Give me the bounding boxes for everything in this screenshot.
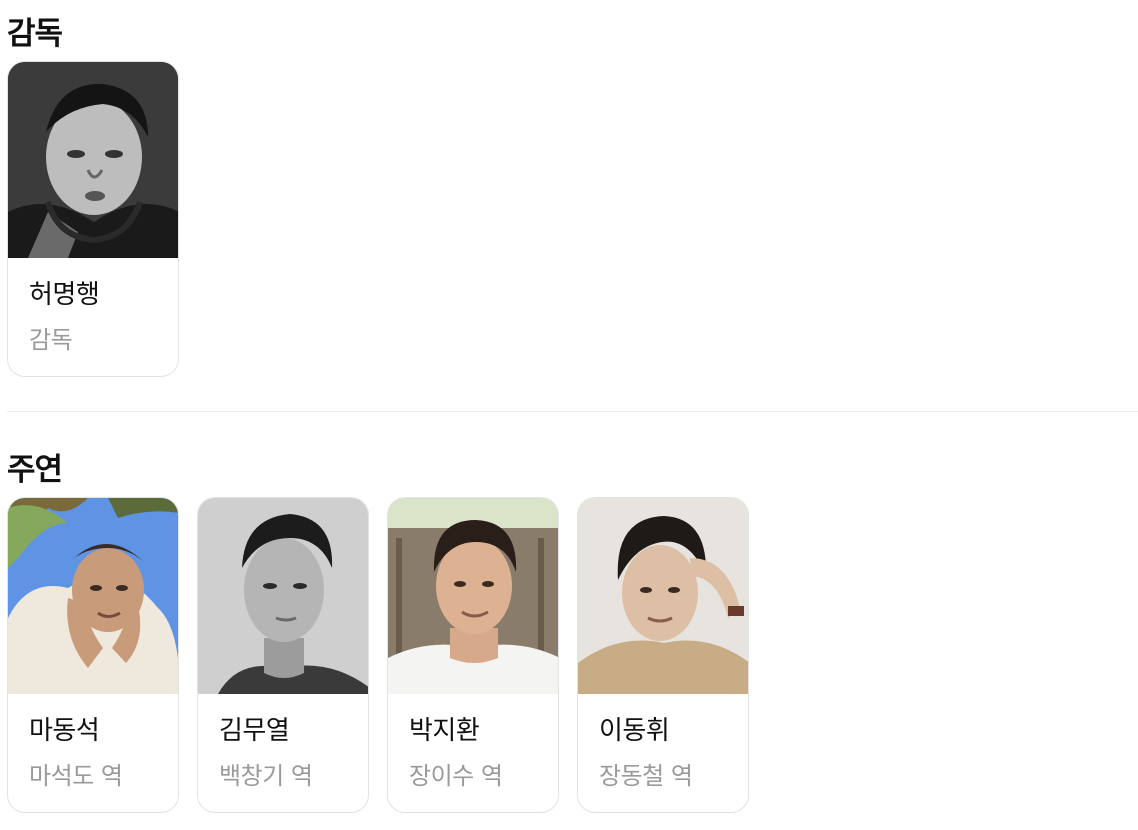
section-divider: [7, 411, 1138, 412]
card-body: 마동석 마석도 역: [8, 694, 178, 791]
person-card-director[interactable]: 허명행 감독: [7, 61, 179, 377]
person-name: 허명행: [29, 280, 100, 310]
actor-portrait-photo: [578, 498, 748, 694]
person-name: 박지환: [409, 716, 480, 746]
card-body: 김무열 백창기 역: [198, 694, 368, 791]
person-name: 마동석: [29, 716, 100, 746]
person-card-cast[interactable]: 박지환 장이수 역: [387, 497, 559, 813]
card-body: 허명행 감독: [8, 258, 178, 355]
actor-portrait-photo: [388, 498, 558, 694]
director-card-list: 허명행 감독: [7, 61, 179, 377]
person-role: 마석도 역: [29, 762, 123, 790]
director-section: 감독 허명행 감독: [7, 16, 179, 377]
section-title-director: 감독: [7, 16, 63, 52]
person-role: 백창기 역: [219, 762, 313, 790]
person-role: 장이수 역: [409, 762, 503, 790]
person-card-cast[interactable]: 김무열 백창기 역: [197, 497, 369, 813]
card-body: 박지환 장이수 역: [388, 694, 558, 791]
person-role: 감독: [29, 326, 73, 354]
card-body: 이동휘 장동철 역: [578, 694, 748, 791]
director-portrait-photo: [8, 62, 178, 258]
person-name: 이동휘: [599, 716, 670, 746]
person-card-cast[interactable]: 이동휘 장동철 역: [577, 497, 749, 813]
actor-portrait-photo: [198, 498, 368, 694]
cast-card-list: 마동석 마석도 역 김무열 백창기 역 박지환 장이수 역 이동휘 장동철 역: [7, 497, 749, 813]
person-card-cast[interactable]: 마동석 마석도 역: [7, 497, 179, 813]
person-role: 장동철 역: [599, 762, 693, 790]
section-title-cast: 주연: [7, 452, 63, 488]
cast-section: 주연 마동석 마석도 역 김무열 백창기 역 박지환 장이수 역 이동휘 장동철…: [7, 452, 749, 813]
actor-portrait-photo: [8, 498, 178, 694]
person-name: 김무열: [219, 716, 290, 746]
